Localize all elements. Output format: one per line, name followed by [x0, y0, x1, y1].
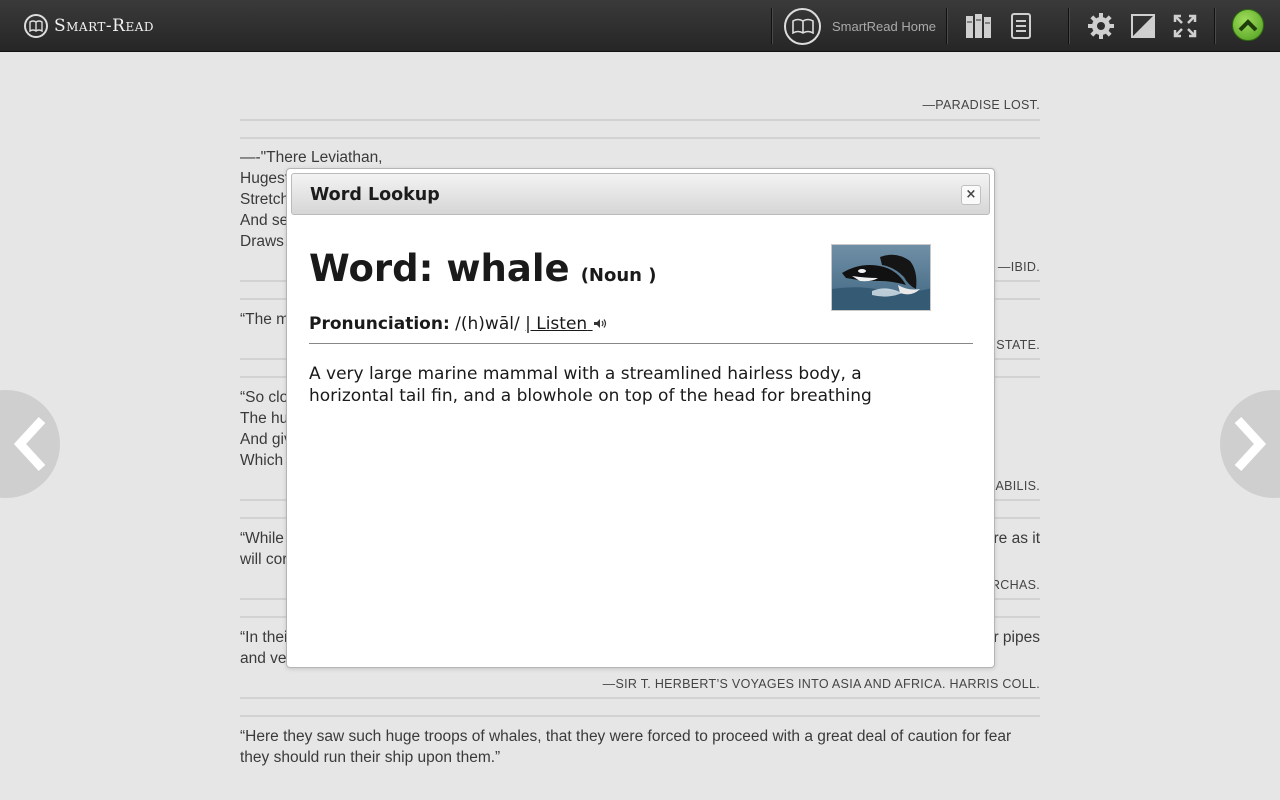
chevron-left-icon	[13, 416, 46, 472]
attribution: —Sir T. Herbert’s voyages into Asia and …	[602, 677, 1040, 691]
attribution: —Ibid.	[997, 260, 1040, 274]
chevron-right-icon	[1234, 416, 1267, 472]
attribution: State.	[996, 338, 1040, 352]
divider	[240, 715, 1040, 717]
divider	[240, 137, 1040, 139]
word-label: Word: whale	[309, 247, 570, 290]
previous-page-button[interactable]	[0, 390, 60, 498]
attribution: rchas.	[990, 578, 1040, 592]
dialog-title: Word Lookup	[310, 185, 440, 205]
library-icon	[966, 14, 991, 38]
pronunciation-row: Pronunciation: /(h)wāl/ | Listen	[309, 314, 607, 334]
settings-icon	[1088, 13, 1114, 39]
toolbar-separator	[946, 8, 947, 44]
pronunciation-label: Pronunciation:	[309, 314, 450, 334]
dialog-divider	[309, 343, 973, 344]
home-label: SmartRead Home	[832, 18, 937, 34]
next-page-button[interactable]	[1220, 390, 1280, 498]
top-toolbar: Smart-Read SmartRead Home	[0, 0, 1280, 52]
app-name: Smart-Read	[54, 16, 155, 36]
app-logo[interactable]: Smart-Read	[24, 13, 154, 39]
chevron-up-icon	[1238, 19, 1258, 32]
word-lookup-dialog: Word Lookup × Word: whale (Noun ) Pronun…	[286, 168, 995, 668]
quote-text: “Here they saw such huge troops of whale…	[240, 728, 1012, 766]
toolbar-separator	[1214, 8, 1215, 44]
fullscreen-icon	[1173, 14, 1197, 38]
speaker-icon	[593, 319, 606, 328]
pronunciation-value: /(h)wāl/	[455, 314, 520, 334]
close-button[interactable]: ×	[961, 185, 981, 205]
dialog-header: Word Lookup ×	[291, 173, 990, 215]
divider	[240, 697, 1040, 699]
smartread-home-button[interactable]: SmartRead Home	[784, 7, 936, 45]
part-of-speech: (Noun )	[580, 265, 657, 286]
whale-image	[831, 244, 931, 311]
book-home-icon	[784, 7, 821, 45]
contrast-button[interactable]	[1128, 11, 1158, 41]
settings-button[interactable]	[1086, 11, 1116, 41]
divider	[240, 119, 1040, 121]
notes-icon	[1011, 13, 1031, 39]
definition-text: A very large marine mammal with a stream…	[309, 364, 872, 406]
scroll-top-button[interactable]	[1232, 9, 1264, 41]
toolbar-separator	[1068, 8, 1069, 44]
listen-link[interactable]: | Listen	[525, 314, 607, 334]
listen-label: | Listen	[525, 314, 588, 334]
library-button[interactable]	[964, 11, 994, 41]
contrast-icon	[1131, 14, 1155, 38]
toolbar-separator	[771, 8, 772, 44]
book-logo-icon	[24, 14, 48, 38]
notes-button[interactable]	[1006, 11, 1036, 41]
fullscreen-button[interactable]	[1170, 11, 1200, 41]
word-heading: Word: whale (Noun )	[309, 247, 656, 290]
attribution: —Paradise Lost.	[922, 98, 1040, 112]
